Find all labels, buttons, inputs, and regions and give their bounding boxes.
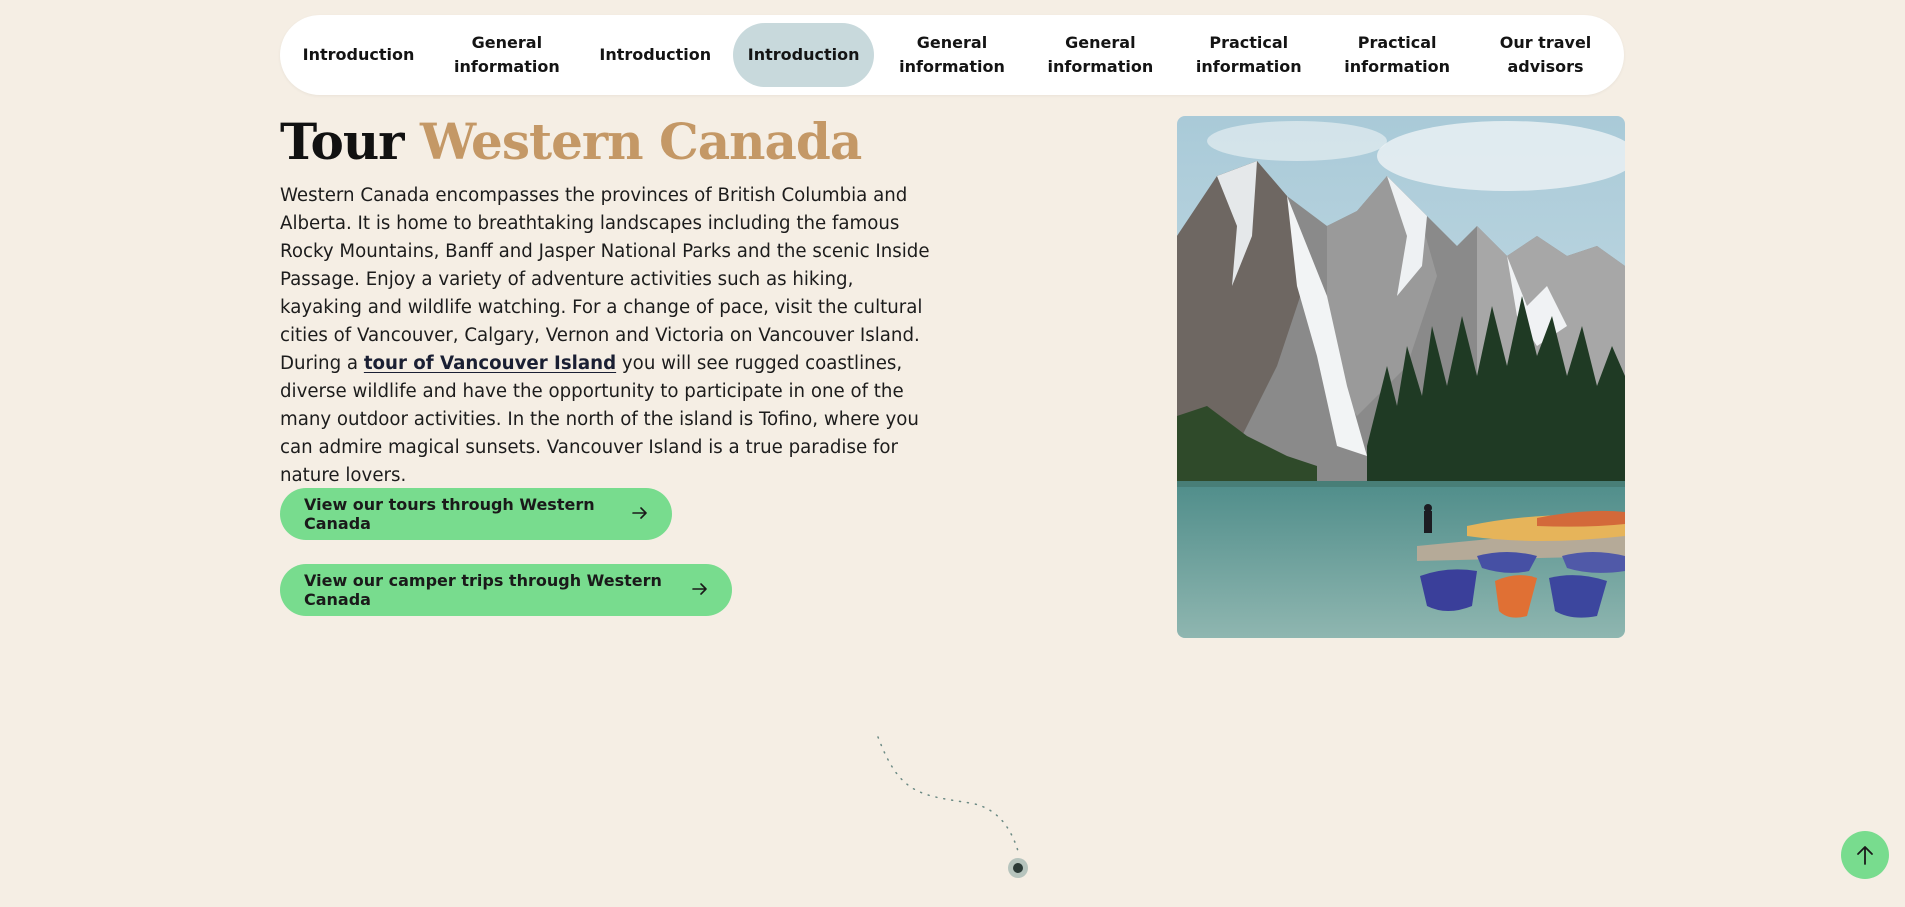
scroll-to-top-button[interactable] bbox=[1841, 831, 1889, 879]
vancouver-island-tour-link[interactable]: tour of Vancouver Island bbox=[364, 353, 616, 374]
nav-item-introduction-2[interactable]: Introduction bbox=[585, 23, 726, 87]
moraine-lake-photo bbox=[1177, 116, 1625, 638]
nav-item-general-information-1[interactable]: General information bbox=[436, 23, 577, 87]
nav-item-introduction-1[interactable]: Introduction bbox=[288, 23, 429, 87]
nav-item-practical-information-2[interactable]: Practical information bbox=[1327, 23, 1468, 87]
page: Introduction General information Introdu… bbox=[0, 0, 1905, 907]
dotted-route-decoration bbox=[877, 736, 1028, 878]
title-part-tour: Tour bbox=[280, 112, 405, 171]
arrow-right-icon bbox=[692, 580, 708, 601]
nav-item-introduction-active[interactable]: Introduction bbox=[733, 23, 875, 87]
view-tours-button[interactable]: View our tours through Western Canada bbox=[280, 488, 672, 540]
intro-text-before-link: Western Canada encompasses the provinces… bbox=[280, 185, 930, 374]
nav-item-practical-information-1[interactable]: Practical information bbox=[1178, 23, 1319, 87]
title-part-western-canada: Western Canada bbox=[419, 112, 862, 171]
nav-item-general-information-3[interactable]: General information bbox=[1030, 23, 1171, 87]
view-tours-button-label: View our tours through Western Canada bbox=[304, 495, 595, 533]
arrow-right-icon bbox=[632, 504, 648, 525]
arrow-up-icon bbox=[1857, 846, 1873, 865]
section-nav: Introduction General information Introdu… bbox=[280, 15, 1624, 95]
view-camper-trips-button[interactable]: View our camper trips through Western Ca… bbox=[280, 564, 732, 616]
nav-item-travel-advisors[interactable]: Our travel advisors bbox=[1475, 23, 1616, 87]
page-title: Tour Western Canada bbox=[280, 110, 862, 174]
view-camper-trips-button-label: View our camper trips through Western Ca… bbox=[304, 571, 662, 609]
nav-item-general-information-2[interactable]: General information bbox=[882, 23, 1023, 87]
intro-paragraph: Western Canada encompasses the provinces… bbox=[280, 182, 930, 490]
